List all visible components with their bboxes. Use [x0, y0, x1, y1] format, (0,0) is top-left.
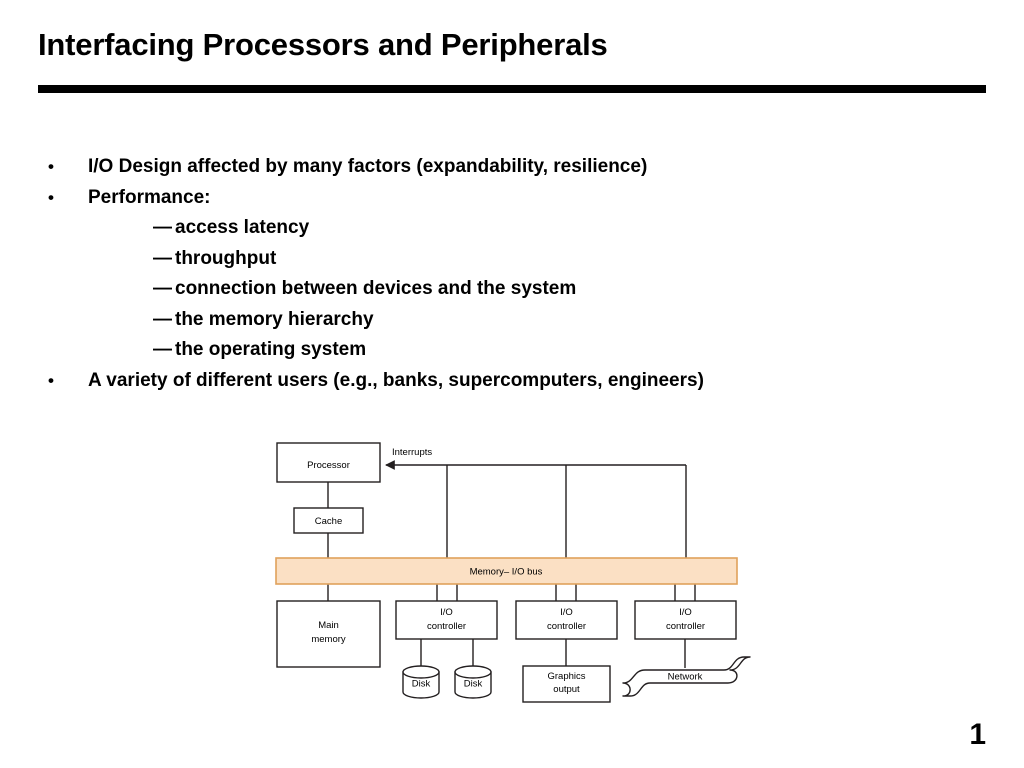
io-controller-1-label-line2: controller [427, 621, 466, 632]
title-divider [38, 85, 986, 93]
dash-icon: — [153, 247, 172, 269]
list-item: — access latency [48, 213, 978, 244]
disk-1-node: Disk [402, 665, 440, 699]
bullet-list: • I/O Design affected by many factors (e… [48, 152, 978, 396]
bullet-icon: • [48, 187, 54, 207]
disk-1-label: Disk [412, 679, 431, 690]
dash-icon: — [153, 278, 172, 299]
io-controller-2-node: I/O controller [515, 600, 618, 640]
io-controller-2-label-line1: I/O [560, 607, 573, 618]
main-memory-label-line2: memory [311, 634, 346, 645]
bullet-icon: • [48, 370, 54, 390]
io-controller-2-label-line2: controller [547, 621, 586, 632]
list-item: — throughput [48, 244, 978, 275]
list-item-label: Performance: [88, 186, 211, 208]
disk-2-node: Disk [454, 665, 492, 699]
list-item: • A variety of different users (e.g., ba… [48, 366, 978, 397]
io-controller-3-label-line2: controller [666, 621, 705, 632]
list-item: • Performance: [48, 183, 978, 214]
list-item-label: A variety of different users (e.g., bank… [88, 369, 704, 391]
io-controller-1-label-line1: I/O [440, 607, 453, 618]
dash-icon: — [153, 339, 172, 360]
network-node: Network [622, 656, 751, 697]
list-item: — the operating system [48, 335, 978, 366]
list-item-label: access latency [175, 217, 310, 238]
list-item-label: throughput [175, 247, 277, 269]
interrupts-label: Interrupts [392, 447, 432, 458]
memory-io-bus: Memory– I/O bus [275, 557, 738, 585]
list-item: — connection between devices and the sys… [48, 274, 978, 305]
main-memory-node: Main memory [276, 600, 381, 668]
list-item-label: the memory hierarchy [175, 308, 374, 330]
network-label: Network [668, 672, 703, 683]
main-memory-label-line1: Main [318, 620, 339, 631]
io-controller-3-node: I/O controller [634, 600, 737, 640]
page-number: 1 [969, 718, 986, 751]
disk-2-label: Disk [464, 679, 483, 690]
cache-label: Cache [315, 516, 342, 527]
io-controller-3-label-line1: I/O [679, 607, 692, 618]
bullet-icon: • [48, 157, 54, 176]
list-item: — the memory hierarchy [48, 305, 978, 336]
bus-label: Memory– I/O bus [470, 567, 543, 578]
processor-node: Processor [276, 442, 381, 483]
list-item-label: connection between devices and the syste… [175, 278, 577, 299]
list-item-label: I/O Design affected by many factors (exp… [88, 156, 648, 177]
dash-icon: — [153, 308, 172, 330]
io-controller-1-node: I/O controller [395, 600, 498, 640]
page-title: Interfacing Processors and Peripherals [38, 27, 608, 62]
processor-label: Processor [307, 460, 350, 471]
graphics-output-label-line2: output [553, 684, 580, 695]
list-item: • I/O Design affected by many factors (e… [48, 152, 978, 183]
graphics-output-label-line1: Graphics [547, 671, 585, 682]
list-item-label: the operating system [175, 339, 367, 360]
dash-icon: — [153, 217, 172, 238]
graphics-output-node: Graphics output [522, 665, 611, 703]
cache-node: Cache [293, 507, 364, 534]
